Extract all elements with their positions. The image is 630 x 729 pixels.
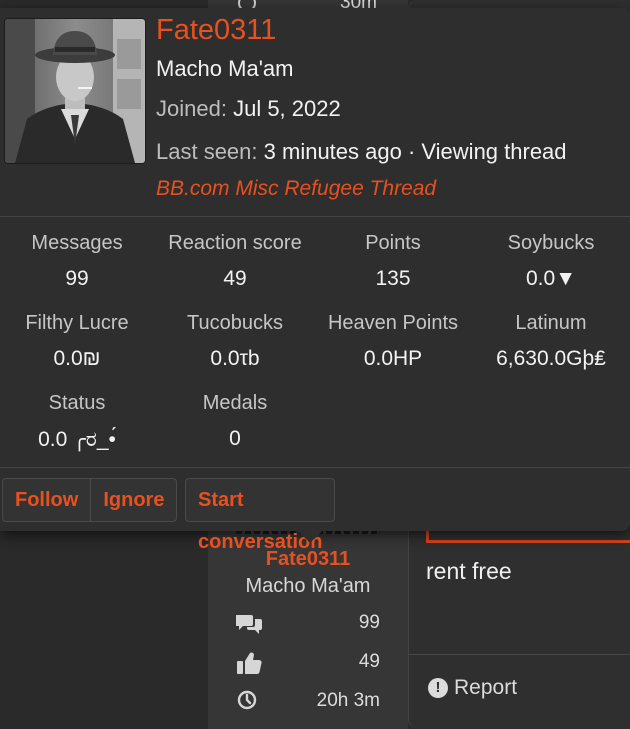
follow-button[interactable]: Follow [3,479,90,521]
tooltip-arrow [298,531,322,543]
stat-label: Soybucks [507,232,595,254]
stat-latinum: Latinum 6,630.0Gþ₤ [472,312,630,371]
post-stat-time: 20h 3m [236,690,380,714]
stat-value: 0 [229,427,241,450]
stat-heaven-points: Heaven Points 0.0HP [314,312,472,371]
joined-label: Joined: [156,96,227,121]
stat-label: Status [48,392,106,414]
report-label: Report [454,676,518,699]
stat-label: Tucobucks [187,312,283,334]
post-divider [408,654,630,655]
stat-filthy-lucre: Filthy Lucre 0.0₪ [0,312,156,371]
stat-value: 0.0▼ [526,267,576,290]
stat-label: Filthy Lucre [25,312,129,334]
thumbs-up-icon [236,651,264,675]
stat-value: 135 [375,267,411,290]
post-stat-value: 49 [358,651,380,672]
report-button[interactable]: ! Report [428,676,517,700]
stat-value: 0.0 ╭ರ_•́ [38,428,116,451]
stat-label: Medals [202,392,268,414]
joined-value: Jul 5, 2022 [233,96,341,121]
clock-icon [236,690,264,714]
follow-ignore-group: Follow Ignore [2,478,178,522]
stat-value: 6,630.0Gþ₤ [496,347,606,370]
stat-medals[interactable]: Medals 0 [156,392,314,451]
comments-icon [235,612,264,636]
stat-soybucks: Soybucks 0.0▼ [472,232,630,291]
ignore-button[interactable]: Ignore [90,479,176,521]
stat-label: Messages [31,232,123,254]
stat-value: 0.0HP [363,347,423,370]
member-joined: Joined: Jul 5, 2022 [156,96,341,122]
stat-value: 99 [65,267,89,290]
stat-label: Heaven Points [327,312,459,334]
stat-label: Latinum [515,312,587,334]
stat-reaction-score[interactable]: Reaction score 49 [156,232,314,291]
stat-points[interactable]: Points 135 [314,232,472,291]
stat-value: 0.0₪ [53,347,101,370]
stat-tucobucks: Tucobucks 0.0τb [156,312,314,371]
member-username-link[interactable]: Fate0311 [156,14,276,47]
post-stat-reactions: 49 [236,651,380,675]
stat-status: Status 0.0 ╭ರ_•́ [0,392,156,452]
member-avatar[interactable] [4,18,146,164]
member-last-seen: Last seen: 3 minutes ago · Viewing threa… [156,139,567,165]
post-stat-messages: 99 [235,612,380,636]
post-message-text: rent free [426,558,512,584]
member-user-title: Macho Ma'am [156,56,294,81]
start-conversation-button[interactable]: Start conversation [186,479,334,553]
post-user-title: Macho Ma'am [245,575,371,597]
stat-value: 0.0τb [210,347,260,370]
divider [0,216,630,217]
last-seen-value: 3 minutes ago · Viewing thread [263,139,567,164]
post-stat-value: 99 [358,612,380,633]
alert-icon: ! [428,678,448,698]
divider [0,467,630,468]
last-seen-label: Last seen: [156,139,258,164]
stat-label: Reaction score [168,232,302,254]
conversation-group: Start conversation [185,478,336,553]
stat-messages[interactable]: Messages 99 [0,232,156,291]
post-stat-value: 20h 3m [316,690,380,711]
stat-value: 49 [223,267,247,290]
member-tooltip-card: Fate0311 Macho Ma'am Joined: Jul 5, 2022… [0,8,630,553]
stat-label: Points [365,232,421,254]
viewing-thread-link[interactable]: BB.com Misc Refugee Thread [156,177,436,201]
